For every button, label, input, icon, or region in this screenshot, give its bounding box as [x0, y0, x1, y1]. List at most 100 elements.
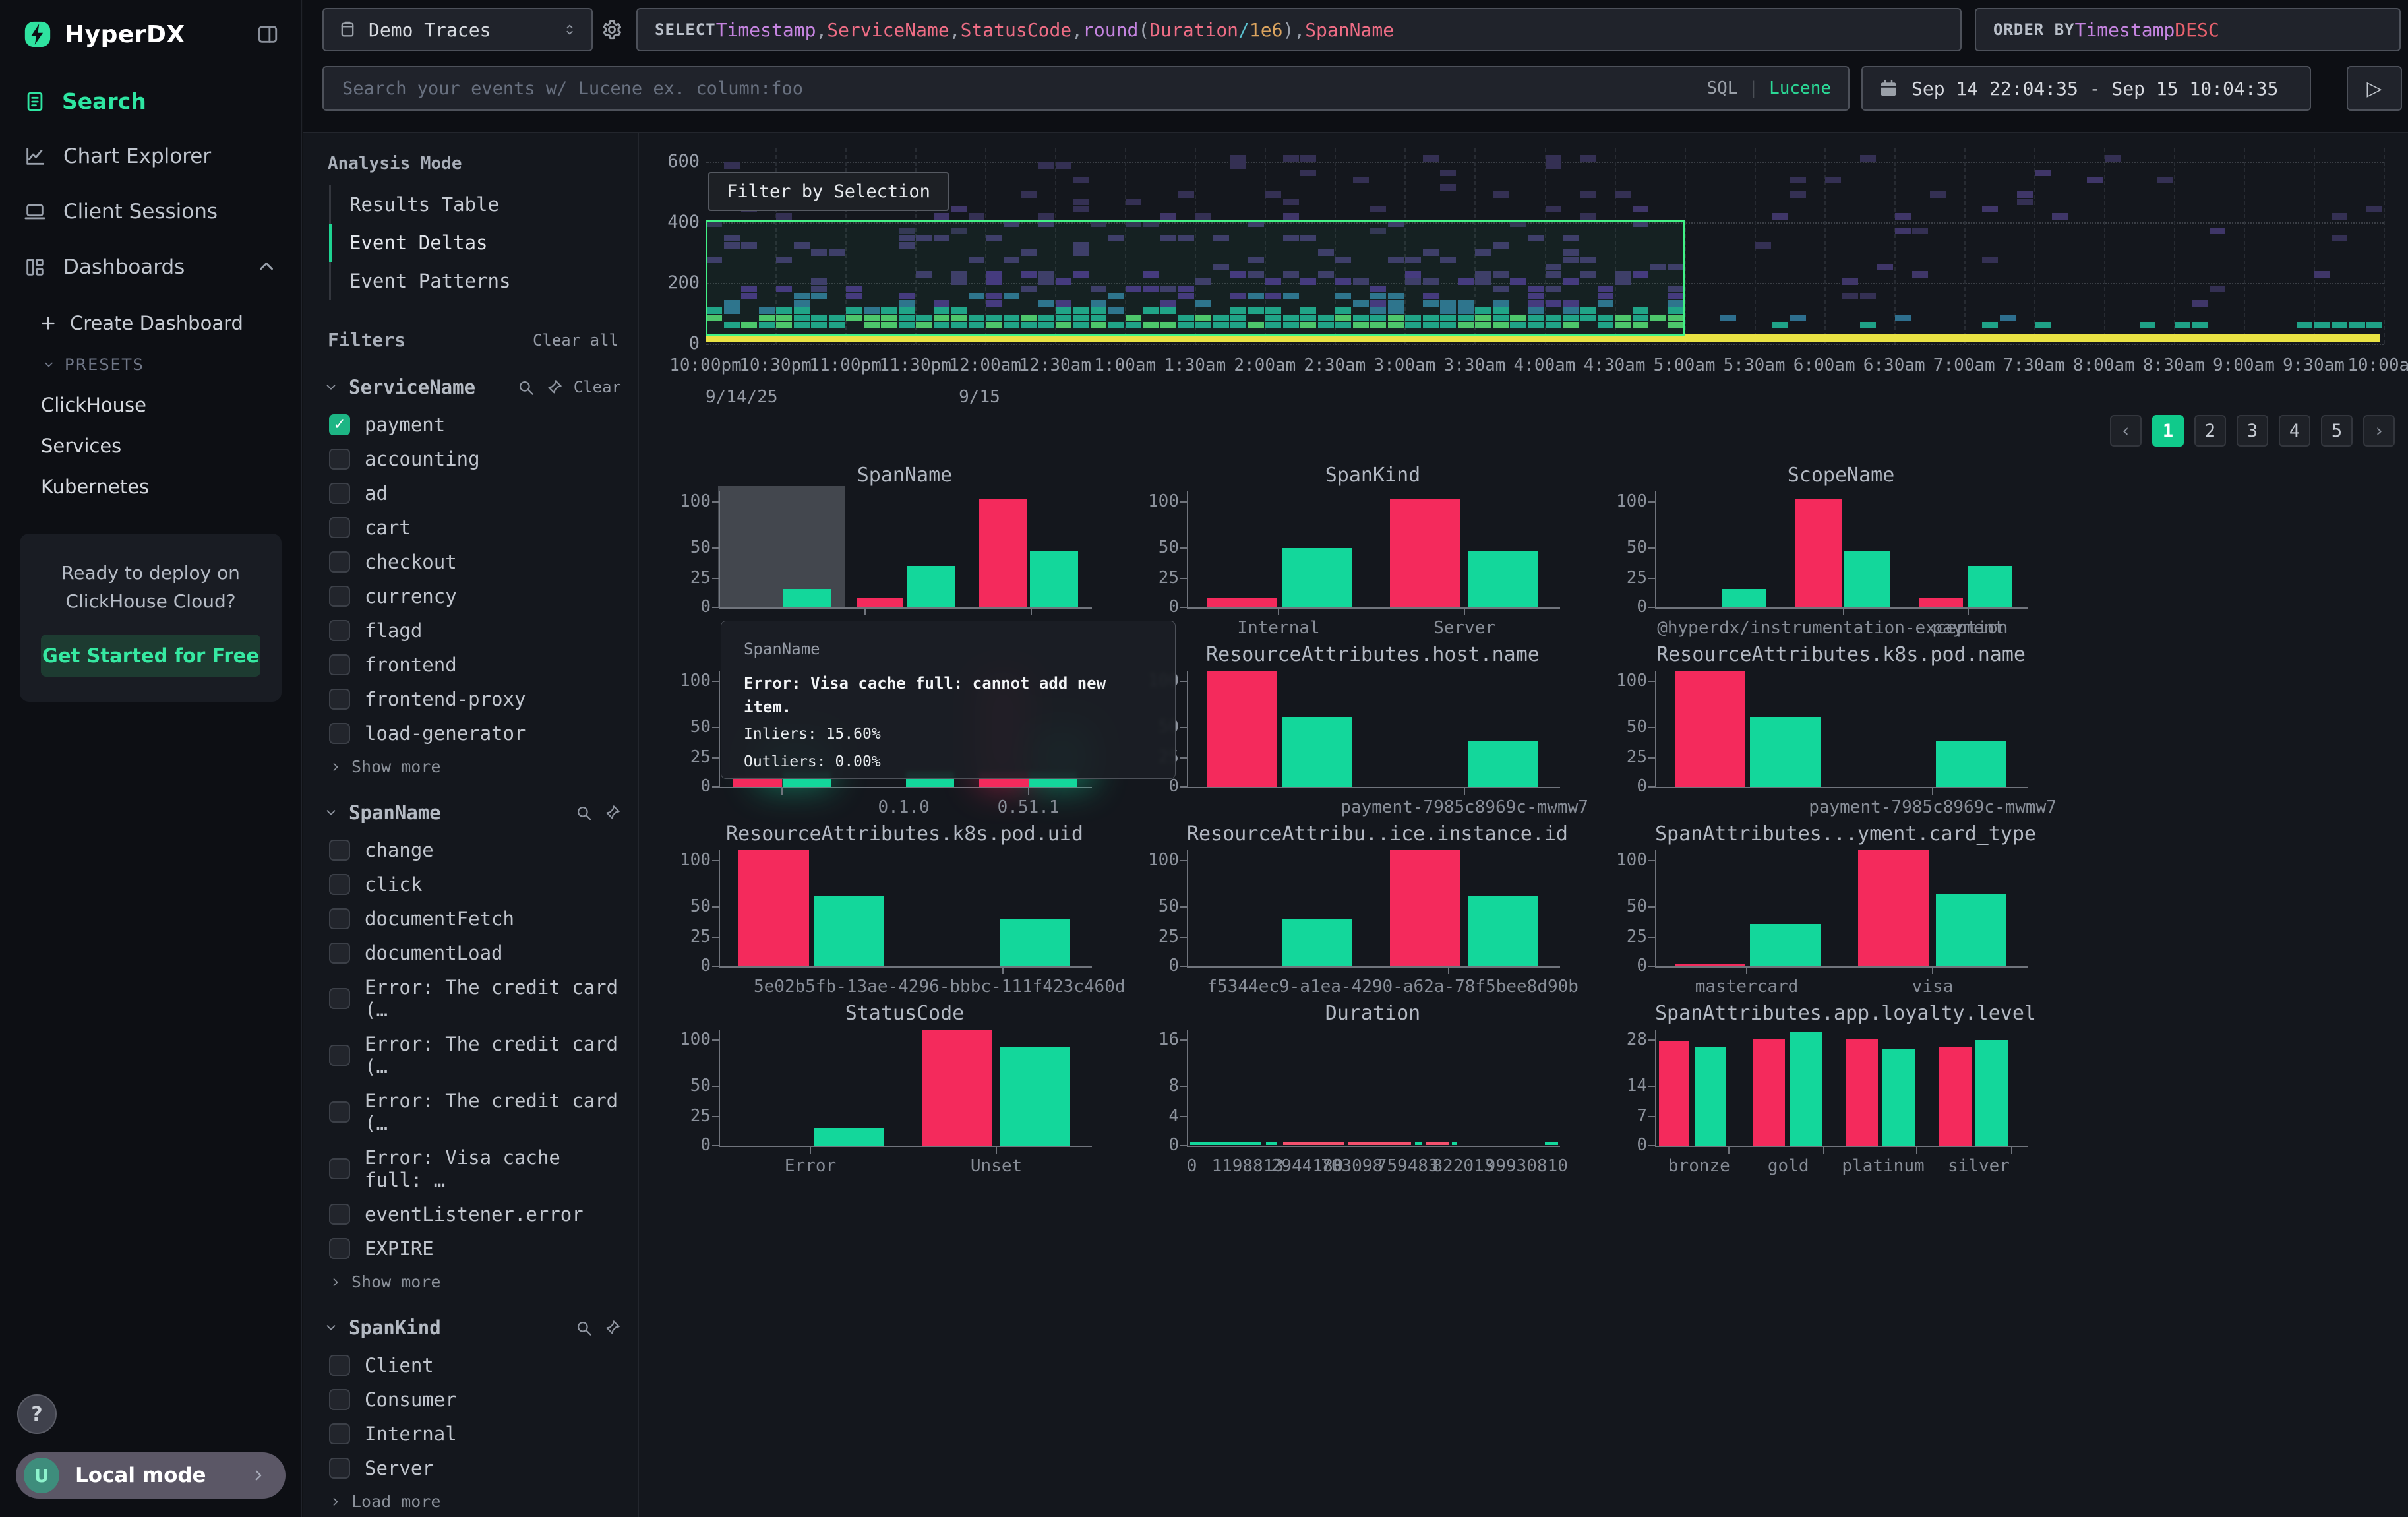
- chart-plot[interactable]: 10050250ErrorUnset: [719, 1030, 1092, 1147]
- show-more-button[interactable]: Show more: [322, 751, 621, 776]
- inlier-bar[interactable]: [1750, 924, 1821, 966]
- inlier-bar[interactable]: [1695, 1047, 1726, 1146]
- search-icon[interactable]: [575, 1319, 593, 1337]
- search-icon[interactable]: [517, 379, 535, 396]
- filter-checkbox-row[interactable]: payment: [322, 408, 621, 442]
- pagination-next-button[interactable]: ›: [2363, 415, 2395, 447]
- checkbox[interactable]: [329, 840, 350, 861]
- filter-checkbox-row[interactable]: Error: The credit card (…: [322, 1027, 621, 1084]
- filter-checkbox-row[interactable]: Internal: [322, 1417, 621, 1451]
- outlier-bar[interactable]: [1659, 1041, 1689, 1146]
- analysis-mode-option[interactable]: Results Table: [331, 185, 621, 224]
- pin-icon[interactable]: [545, 379, 563, 396]
- pagination-page-button[interactable]: 1: [2152, 415, 2184, 447]
- pagination-page-button[interactable]: 4: [2279, 415, 2310, 447]
- run-query-button[interactable]: ▷: [2347, 66, 2402, 111]
- outlier-bar[interactable]: [1675, 671, 1745, 787]
- outlier-bar[interactable]: [738, 850, 809, 966]
- sidebar-item-clickhouse[interactable]: ClickHouse: [0, 385, 301, 425]
- inlier-bar[interactable]: [1844, 551, 1890, 607]
- inlier-bar[interactable]: [1468, 551, 1538, 607]
- checkbox[interactable]: [329, 1158, 350, 1179]
- chart-plot[interactable]: 281470bronzegoldplatinumsilver: [1655, 1030, 2028, 1147]
- sql-select-input[interactable]: SELECT Timestamp, ServiceName, StatusCod…: [636, 8, 1962, 51]
- checkbox[interactable]: [329, 723, 350, 744]
- user-menu[interactable]: U Local mode: [16, 1452, 286, 1499]
- pagination-prev-button[interactable]: ‹: [2110, 415, 2142, 447]
- chart-plot[interactable]: 1684001198813294418070309875948382201399…: [1187, 1030, 1560, 1147]
- outlier-bar[interactable]: [1858, 850, 1929, 966]
- checkbox[interactable]: [329, 449, 350, 470]
- inlier-bar[interactable]: [1282, 717, 1352, 787]
- checkbox[interactable]: [329, 1458, 350, 1479]
- filter-checkbox-row[interactable]: Server: [322, 1451, 621, 1485]
- search-input[interactable]: [341, 78, 1693, 100]
- help-button[interactable]: ?: [17, 1394, 57, 1434]
- inlier-bar[interactable]: [907, 566, 955, 607]
- inlier-bar[interactable]: [1722, 589, 1766, 607]
- filter-checkbox-row[interactable]: Error: Visa cache full: …: [322, 1140, 621, 1197]
- sidebar-item-client-sessions[interactable]: Client Sessions: [0, 184, 301, 239]
- outlier-bar[interactable]: [1753, 1039, 1785, 1146]
- chart-plot[interactable]: 10050250@hyperdx/instrumentation-excepti…: [1655, 491, 2028, 609]
- inlier-bar[interactable]: [1936, 894, 2006, 966]
- lang-lucene-toggle[interactable]: Lucene: [1769, 78, 1831, 98]
- show-more-button[interactable]: Show more: [322, 1266, 621, 1291]
- inlier-bar[interactable]: [1790, 1032, 1822, 1146]
- pagination-page-button[interactable]: 5: [2321, 415, 2353, 447]
- sidebar-item-dashboards[interactable]: Dashboards: [0, 239, 301, 295]
- filter-by-selection-button[interactable]: Filter by Selection: [708, 172, 949, 211]
- checkbox[interactable]: [329, 1389, 350, 1410]
- filter-checkbox-row[interactable]: cart: [322, 511, 621, 545]
- gear-icon[interactable]: [601, 18, 623, 41]
- filter-checkbox-row[interactable]: flagd: [322, 613, 621, 648]
- clear-filter-button[interactable]: Clear: [574, 378, 621, 396]
- checkbox[interactable]: [329, 908, 350, 929]
- pagination-page-button[interactable]: 2: [2194, 415, 2226, 447]
- get-started-button[interactable]: Get Started for Free: [41, 635, 260, 677]
- outlier-bar[interactable]: [857, 598, 904, 607]
- filter-section-header[interactable]: SpanKind: [324, 1316, 621, 1339]
- checkbox[interactable]: [329, 689, 350, 710]
- checkbox[interactable]: [329, 988, 350, 1009]
- chart-plot[interactable]: 10050250: [719, 491, 1092, 609]
- inlier-bar[interactable]: [783, 589, 831, 607]
- outlier-bar[interactable]: [1207, 671, 1277, 787]
- checkbox[interactable]: [329, 874, 350, 895]
- filter-checkbox-row[interactable]: Error: The credit card (…: [322, 1084, 621, 1140]
- show-more-button[interactable]: Load more: [322, 1485, 621, 1511]
- filter-checkbox-row[interactable]: EXPIRE: [322, 1231, 621, 1266]
- checkbox[interactable]: [329, 1204, 350, 1225]
- checkbox[interactable]: [329, 483, 350, 504]
- checkbox[interactable]: [329, 1238, 350, 1259]
- pagination-page-button[interactable]: 3: [2237, 415, 2268, 447]
- checkbox[interactable]: [329, 1355, 350, 1376]
- outlier-bar[interactable]: [979, 499, 1027, 607]
- chart-plot[interactable]: 100502505e02b5fb-13ae-4296-bbbc-111f423c…: [719, 850, 1092, 968]
- checkbox[interactable]: [329, 1045, 350, 1066]
- outlier-bar[interactable]: [1390, 850, 1460, 966]
- inlier-bar[interactable]: [814, 896, 884, 966]
- presets-toggle[interactable]: PRESETS: [0, 345, 301, 385]
- date-range-picker[interactable]: Sep 14 22:04:35 - Sep 15 10:04:35: [1861, 66, 2311, 111]
- analysis-mode-option[interactable]: Event Patterns: [331, 262, 621, 300]
- inlier-bar[interactable]: [1968, 566, 2012, 607]
- filter-checkbox-row[interactable]: Consumer: [322, 1382, 621, 1417]
- outlier-bar[interactable]: [1919, 598, 1964, 607]
- order-by-input[interactable]: ORDER BY Timestamp DESC: [1975, 8, 2401, 51]
- outlier-bar[interactable]: [1846, 1039, 1878, 1146]
- search-icon[interactable]: [575, 804, 593, 822]
- chart-plot[interactable]: 10050250f5344ec9-a1ea-4290-a62a-78f5bee8…: [1187, 850, 1560, 968]
- inlier-bar[interactable]: [1882, 1049, 1915, 1146]
- inlier-bar[interactable]: [1750, 717, 1821, 787]
- inlier-bar[interactable]: [1468, 741, 1538, 787]
- clear-all-button[interactable]: Clear all: [533, 331, 618, 350]
- pin-icon[interactable]: [603, 1319, 621, 1337]
- filter-checkbox-row[interactable]: click: [322, 867, 621, 902]
- chart-plot[interactable]: 10050250mastercardvisa: [1655, 850, 2028, 968]
- inlier-bar[interactable]: [1936, 741, 2006, 787]
- inlier-bar[interactable]: [1468, 896, 1538, 966]
- checkbox[interactable]: [329, 551, 350, 573]
- checkbox[interactable]: [329, 517, 350, 538]
- sidebar-item-kubernetes[interactable]: Kubernetes: [0, 466, 301, 507]
